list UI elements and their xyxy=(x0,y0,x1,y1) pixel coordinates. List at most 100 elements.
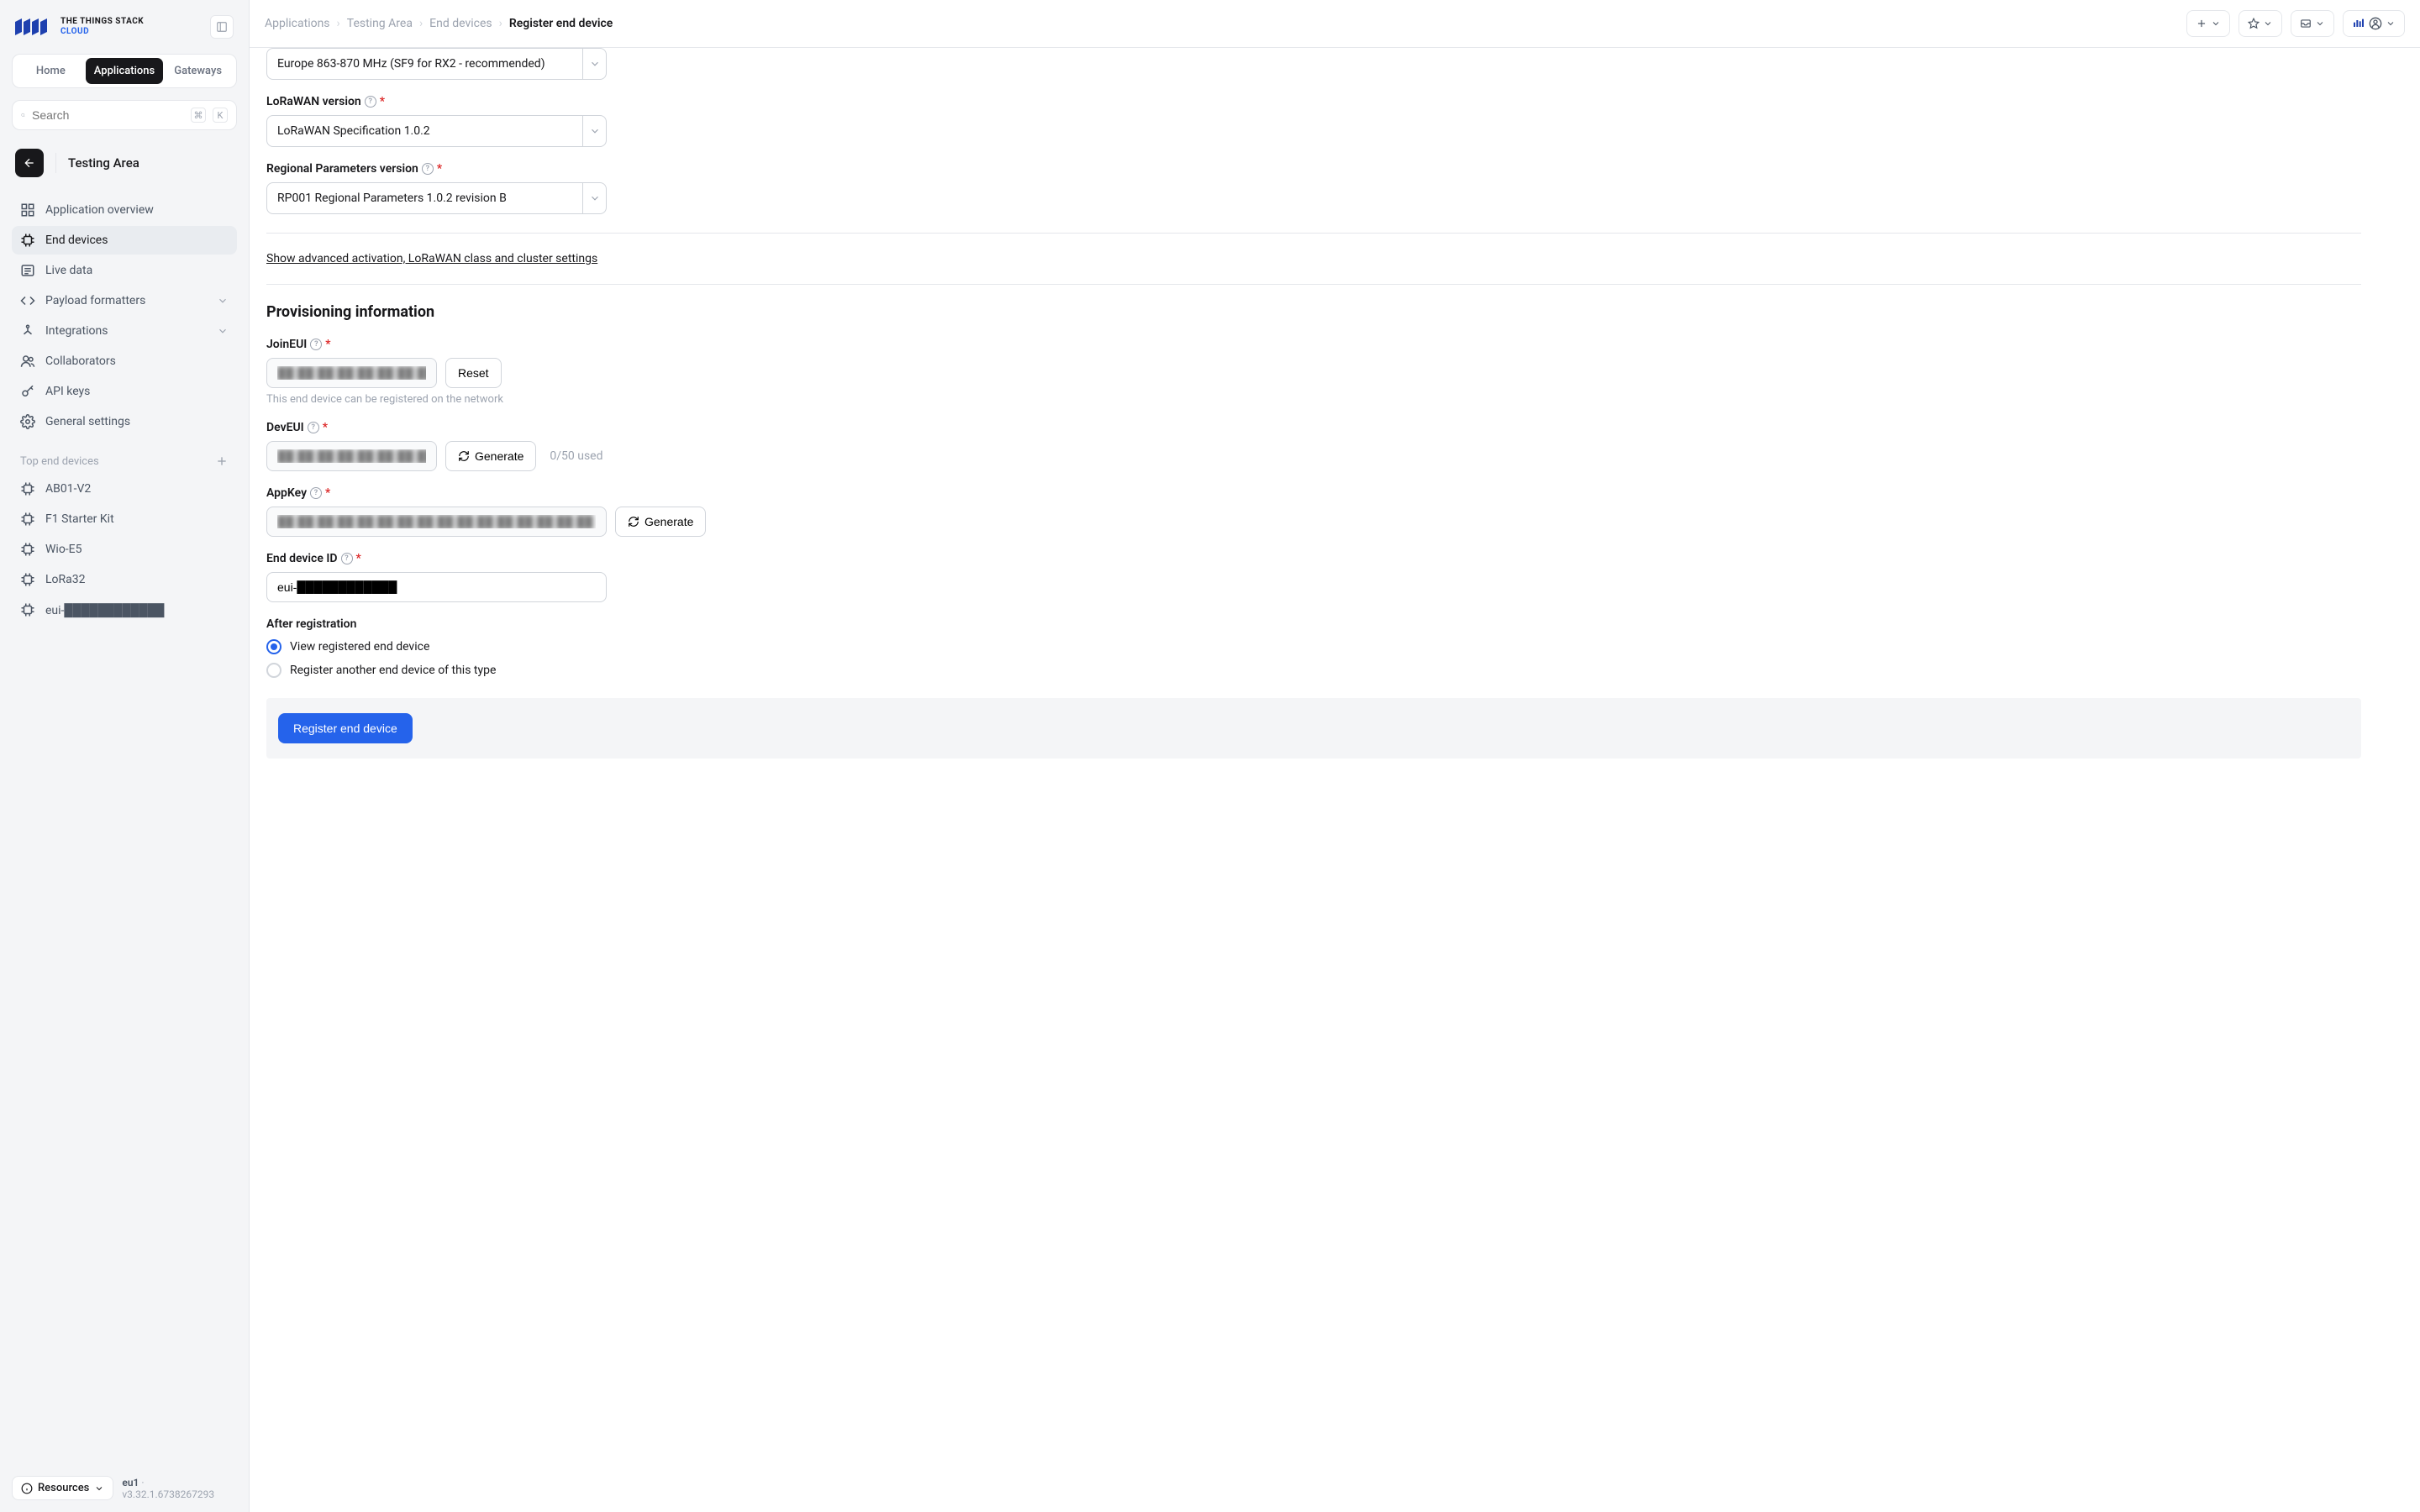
nav-api-keys[interactable]: API keys xyxy=(12,377,237,406)
inbox-icon xyxy=(2300,18,2312,29)
device-item[interactable]: Wio-E5 xyxy=(12,535,237,564)
chevron-down-icon xyxy=(2263,18,2273,29)
tab-applications[interactable]: Applications xyxy=(86,58,164,84)
help-icon[interactable]: ? xyxy=(422,163,434,175)
nav-label: API keys xyxy=(45,385,90,398)
tab-home[interactable]: Home xyxy=(16,58,86,84)
resources-button[interactable]: Resources xyxy=(12,1476,113,1500)
chevron-down-icon xyxy=(589,58,601,70)
radio-register-another[interactable]: Register another end device of this type xyxy=(266,663,2361,678)
logo-text: THE THINGS STACK CLOUD xyxy=(60,17,144,37)
appkey-input[interactable] xyxy=(266,507,607,537)
nav-integrations[interactable]: Integrations xyxy=(12,317,237,345)
user-icon xyxy=(2369,17,2382,30)
back-button[interactable] xyxy=(15,149,44,177)
chip-icon xyxy=(20,572,35,587)
nav-label: End devices xyxy=(45,234,108,247)
generate-deveui-button[interactable]: Generate xyxy=(445,441,536,471)
star-menu-button[interactable] xyxy=(2238,10,2282,37)
register-end-device-button[interactable]: Register end device xyxy=(278,713,413,743)
footer-meta: eu1 · v3.32.1.6738267293 xyxy=(122,1477,237,1500)
appkey-label: AppKey xyxy=(266,486,307,500)
device-item[interactable]: LoRa32 xyxy=(12,565,237,594)
nav-label: Application overview xyxy=(45,203,154,217)
frequency-plan-select[interactable]: Europe 863-870 MHz (SF9 for RX2 - recomm… xyxy=(266,48,607,80)
deveui-input[interactable] xyxy=(266,441,437,471)
breadcrumb-item[interactable]: Testing Area xyxy=(347,17,413,30)
list-icon xyxy=(20,263,35,278)
tab-gateways[interactable]: Gateways xyxy=(163,58,233,84)
generate-appkey-button[interactable]: Generate xyxy=(615,507,706,537)
chip-icon xyxy=(20,542,35,557)
required-indicator: * xyxy=(325,486,330,500)
top-devices-list: AB01-V2 F1 Starter Kit Wio-E5 LoRa32 eui… xyxy=(12,475,237,624)
code-icon xyxy=(20,293,35,308)
search-input-wrapper[interactable]: ⌘ K xyxy=(12,100,237,130)
device-label: F1 Starter Kit xyxy=(45,512,114,526)
chip-icon xyxy=(20,602,35,617)
nav-end-devices[interactable]: End devices xyxy=(12,226,237,255)
deveui-used-count: 0/50 used xyxy=(550,449,602,463)
breadcrumb-item[interactable]: Applications xyxy=(265,17,330,30)
account-menu-button[interactable] xyxy=(2343,10,2405,37)
nav-label: Collaborators xyxy=(45,354,116,368)
select-value: RP001 Regional Parameters 1.0.2 revision… xyxy=(267,192,582,205)
grid-icon xyxy=(20,202,35,218)
panel-toggle-button[interactable] xyxy=(210,15,234,39)
lorawan-version-select[interactable]: LoRaWAN Specification 1.0.2 xyxy=(266,115,607,147)
plus-icon xyxy=(2196,18,2207,29)
star-icon xyxy=(2248,18,2260,29)
help-icon[interactable]: ? xyxy=(365,96,376,108)
nav-application-overview[interactable]: Application overview xyxy=(12,196,237,224)
required-indicator: * xyxy=(325,338,330,351)
required-indicator: * xyxy=(380,95,385,108)
refresh-icon xyxy=(628,516,639,528)
show-advanced-link[interactable]: Show advanced activation, LoRaWAN class … xyxy=(266,252,597,265)
chevron-down-icon xyxy=(2211,18,2221,29)
reset-button[interactable]: Reset xyxy=(445,358,502,388)
brand-logo[interactable]: THE THINGS STACK CLOUD xyxy=(15,17,144,37)
kbd-k: K xyxy=(213,108,228,123)
required-indicator: * xyxy=(323,421,328,434)
add-device-button[interactable] xyxy=(215,454,229,468)
add-menu-button[interactable] xyxy=(2186,10,2230,37)
device-item[interactable]: AB01-V2 xyxy=(12,475,237,503)
nav-label: Integrations xyxy=(45,324,108,338)
chip-icon xyxy=(20,233,35,248)
nav-label: General settings xyxy=(45,415,130,428)
inbox-menu-button[interactable] xyxy=(2291,10,2334,37)
device-item[interactable]: F1 Starter Kit xyxy=(12,505,237,533)
breadcrumb-item[interactable]: End devices xyxy=(429,17,492,30)
info-icon xyxy=(21,1483,33,1494)
device-label: AB01-V2 xyxy=(45,482,91,496)
help-icon[interactable]: ? xyxy=(310,339,322,350)
device-id-input[interactable] xyxy=(266,572,607,602)
regional-params-select[interactable]: RP001 Regional Parameters 1.0.2 revision… xyxy=(266,182,607,214)
joineui-helper: This end device can be registered on the… xyxy=(266,393,2361,406)
regional-params-label: Regional Parameters version xyxy=(266,162,418,176)
help-icon[interactable]: ? xyxy=(308,422,319,433)
select-value: LoRaWAN Specification 1.0.2 xyxy=(267,124,582,138)
chevron-down-icon xyxy=(589,125,601,137)
radio-view-device[interactable]: View registered end device xyxy=(266,639,2361,654)
radio-label: Register another end device of this type xyxy=(290,664,496,677)
help-icon[interactable]: ? xyxy=(310,487,322,499)
device-label: LoRa32 xyxy=(45,573,86,586)
nav-payload-formatters[interactable]: Payload formatters xyxy=(12,286,237,315)
search-input[interactable] xyxy=(32,108,184,122)
device-item[interactable]: eui-████████████ xyxy=(12,596,237,624)
integrations-icon xyxy=(20,323,35,339)
nav-general-settings[interactable]: General settings xyxy=(12,407,237,436)
joineui-input[interactable] xyxy=(266,358,437,388)
nav-collaborators[interactable]: Collaborators xyxy=(12,347,237,375)
chevron-down-icon xyxy=(94,1483,104,1494)
resources-label: Resources xyxy=(38,1482,89,1494)
logo-icon xyxy=(15,18,52,35)
panel-icon xyxy=(216,21,228,33)
select-value: Europe 863-870 MHz (SF9 for RX2 - recomm… xyxy=(267,57,582,71)
chip-icon xyxy=(20,512,35,527)
nav-live-data[interactable]: Live data xyxy=(12,256,237,285)
help-icon[interactable]: ? xyxy=(341,553,353,564)
lorawan-version-label: LoRaWAN version xyxy=(266,95,361,108)
chevron-right-icon: › xyxy=(499,17,502,30)
